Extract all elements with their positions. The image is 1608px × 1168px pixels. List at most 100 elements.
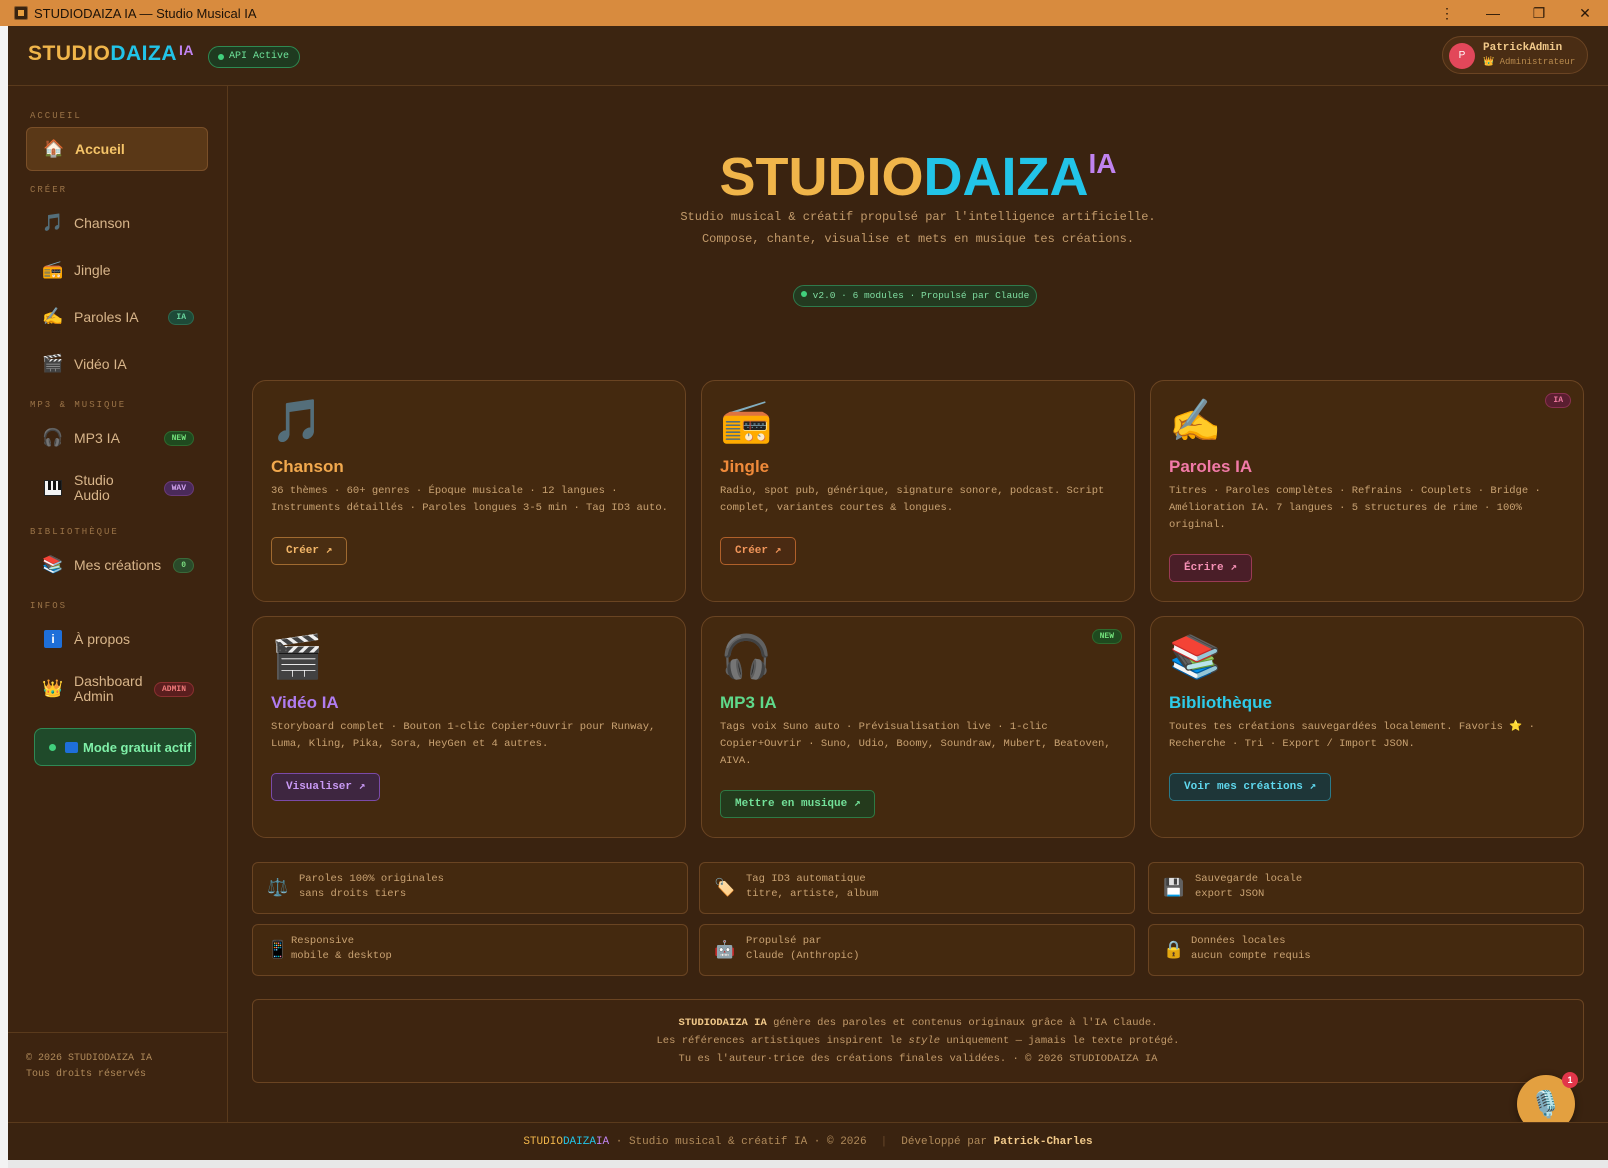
feature-line-2: aucun compte requis [1191,950,1311,962]
label-line-1: Studio [74,472,114,488]
tag-icon: 🏷️ [714,878,736,897]
hero-subtitle-1: Studio musical & créatif propulsé par l'… [680,210,1156,224]
sidebar-item-label: À propos [74,630,131,647]
sidebar: ACCUEIL 🏠 Accueil CRÉER 🎵 Chanson 📻 Jing… [8,86,228,1122]
ia-badge: IA [1545,393,1571,408]
window-titlebar: STUDIODAIZA IA — Studio Musical IA ⋮ — ❐… [0,0,1608,26]
card-chanson[interactable]: 🎵 Chanson 36 thèmes · 60+ genres · Époqu… [252,380,686,602]
rights: Tous droits réservés [26,1069,147,1080]
create-jingle-button[interactable]: Créer ↗ [720,537,797,565]
footer-brand-ia: IA [595,1136,610,1148]
feature-line-1: Propulsé par [746,935,822,947]
feature-line-2: sans droits tiers [299,888,407,900]
sidebar-item-jingle[interactable]: 📻 Jingle [26,248,208,292]
label-line-2: Audio [74,487,110,503]
lock-icon: 🔒 [1163,940,1185,959]
user-name: PatrickAdmin [1483,42,1563,54]
section-label-mp3: MP3 & MUSIQUE [30,400,127,410]
card-description: 36 thèmes · 60+ genres · Époque musicale… [271,485,668,514]
window-close-button[interactable]: ✕ [1562,0,1608,26]
music-note-icon: 🎵 [271,397,324,444]
label-line-2: Admin [74,688,114,704]
header-logo[interactable]: STUDIODAIZA IA [28,42,194,66]
sidebar-item-dashboard[interactable]: 👑 Dashboard Admin ADMIN [26,664,208,714]
disclaimer-line-2: Les références artistiques inspirent le … [253,1032,1583,1050]
sidebar-footer: © 2026 STUDIODAIZA IA Tous droits réserv… [8,1032,228,1122]
sidebar-item-accueil[interactable]: 🏠 Accueil [26,127,208,171]
card-bibliotheque[interactable]: 📚 Bibliothèque Toutes tes créations sauv… [1150,616,1584,838]
card-title: MP3 IA [720,693,777,712]
disclaimer-line-1: STUDIODAIZA IA génère des paroles et con… [253,1014,1583,1032]
crown-icon: 👑 [42,679,64,698]
books-icon: 📚 [42,555,64,574]
piano-icon [42,477,64,499]
make-music-button[interactable]: Mettre en musique ↗ [720,790,876,818]
robot-icon: 🤖 [714,940,736,959]
window-minimize-button[interactable]: — [1470,0,1516,26]
free-mode-label: Mode gratuit actif [83,739,192,755]
feature-line-2: Claude (Anthropic) [746,950,860,962]
section-label-accueil: ACCUEIL [30,111,82,121]
feature-responsive: 📱 Responsive mobile & desktop [252,924,688,976]
books-icon: 📚 [1169,633,1222,680]
sidebar-item-apropos[interactable]: i À propos [26,617,208,661]
sidebar-item-paroles[interactable]: ✍️ Paroles IA IA [26,295,208,339]
ia-badge: IA [168,309,194,325]
copyright: © 2026 STUDIODAIZA IA [26,1053,153,1064]
sidebar-item-label: Jingle [74,261,111,278]
app-icon [14,6,28,20]
app-header: STUDIODAIZA IA API Active P PatrickAdmin … [8,26,1608,86]
feature-line-2: titre, artiste, album [746,888,879,900]
window-bottom-edge [8,1160,1608,1168]
footer-separator: | [880,1136,888,1148]
footer-dev-name[interactable]: Patrick-Charles [994,1136,1093,1148]
feature-powered-by: 🤖 Propulsé par Claude (Anthropic) [699,924,1135,976]
card-description: Storyboard complet · Bouton 1-clic Copie… [271,721,656,750]
card-description: Toutes tes créations sauvegardées locale… [1169,721,1535,750]
sidebar-item-studio-audio[interactable]: Studio Audio WAV [26,463,208,513]
hero-title: STUDIODAIZAIA [228,146,1608,208]
user-role: 👑 Administrateur [1483,57,1576,67]
sidebar-item-label: Dashboard Admin [74,674,143,704]
floppy-icon: 💾 [1163,878,1185,897]
hero-title-daiza: DAIZA [923,147,1089,207]
create-song-button[interactable]: Créer ↗ [271,537,348,565]
card-jingle[interactable]: 📻 Jingle Radio, spot pub, générique, sig… [701,380,1135,602]
card-video[interactable]: 🎬 Vidéo IA Storyboard complet · Bouton 1… [252,616,686,838]
feature-line-2: mobile & desktop [291,950,392,962]
free-icon [65,741,78,753]
visualize-button[interactable]: Visualiser ↗ [271,773,381,801]
status-dot [49,743,56,751]
api-status-badge: API Active [208,46,301,68]
sidebar-item-creations[interactable]: 📚 Mes créations 0 [26,543,208,587]
sidebar-item-video[interactable]: 🎬 Vidéo IA [26,342,208,386]
window-edge [0,26,8,1168]
disclaimer-line-3: Tu es l'auteur·trice des créations final… [678,1053,1158,1065]
label-line-1: Dashboard [74,673,143,689]
feature-line-1: Tag ID3 automatique [746,873,866,885]
card-paroles[interactable]: IA ✍️ Paroles IA Titres · Paroles complè… [1150,380,1584,602]
card-mp3[interactable]: NEW 🎧 MP3 IA Tags voix Suno auto · Prévi… [701,616,1135,838]
sidebar-item-label: Chanson [74,214,131,231]
main-content: STUDIODAIZAIA Studio musical & créatif p… [228,86,1608,1133]
sidebar-item-chanson[interactable]: 🎵 Chanson [26,201,208,245]
feature-line-2: export JSON [1195,888,1265,900]
microphone-icon: 🎙️ [1529,1088,1563,1119]
radio-icon: 📻 [720,397,773,444]
window-menu-button[interactable]: ⋮ [1424,0,1470,26]
app-footer: STUDIODAIZAIA · Studio musical & créatif… [8,1122,1608,1160]
new-badge: NEW [163,430,194,446]
new-badge: NEW [1091,629,1122,644]
free-mode-button[interactable]: Mode gratuit actif [34,728,196,766]
count-badge: 0 [173,557,194,573]
sidebar-item-mp3[interactable]: 🎧 MP3 IA NEW [26,416,208,460]
hero-title-ia: IA [1088,148,1117,179]
user-menu[interactable]: P PatrickAdmin 👑 Administrateur [1442,36,1588,74]
card-title: Bibliothèque [1169,693,1272,712]
version-pill: v2.0 · 6 modules · Propulsé par Claude [793,285,1037,307]
write-lyrics-button[interactable]: Écrire ↗ [1169,554,1252,582]
window-restore-button[interactable]: ❐ [1516,0,1562,26]
info-icon: i [42,628,64,650]
view-creations-button[interactable]: Voir mes créations ↗ [1169,773,1332,801]
card-description: Radio, spot pub, générique, signature so… [720,485,1105,514]
